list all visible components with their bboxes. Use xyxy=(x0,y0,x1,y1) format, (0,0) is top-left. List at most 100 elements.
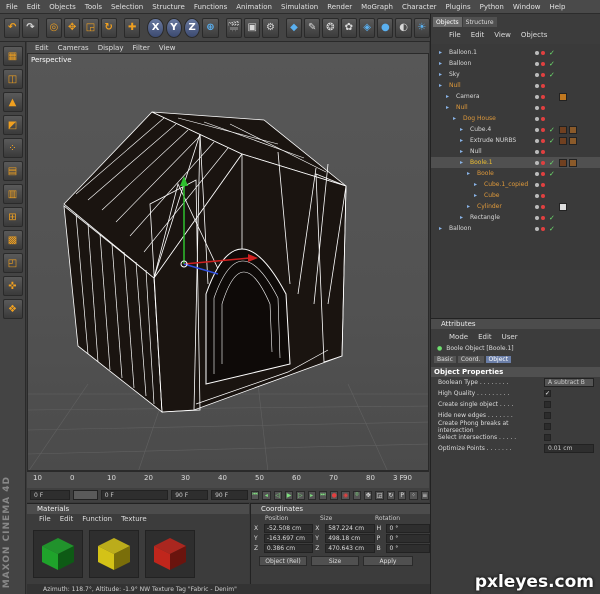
undo-icon[interactable]: ↶ xyxy=(4,17,21,38)
material-swatch[interactable] xyxy=(145,530,195,578)
make-editable-icon[interactable]: ▦ xyxy=(2,46,23,66)
editor-visibility-icon[interactable] xyxy=(535,50,539,55)
object-row[interactable]: ▸ Dog House xyxy=(431,113,600,124)
visibility-dots[interactable] xyxy=(535,149,545,154)
coordinate-position[interactable]: 0.386 cm xyxy=(263,543,314,553)
object-row[interactable]: ▸ Balloon.1 ✓ xyxy=(431,47,600,58)
visibility-dots[interactable] xyxy=(535,193,545,198)
light-icon[interactable]: ☀ xyxy=(413,17,431,38)
viewport-menu-display[interactable]: Display xyxy=(98,44,124,52)
objects-menu-file[interactable]: File xyxy=(449,31,461,39)
camera-icon[interactable]: ◐ xyxy=(395,17,412,38)
param-key-icon[interactable]: P xyxy=(398,490,407,500)
rotate-icon[interactable]: ↻ xyxy=(100,17,117,38)
visibility-dots[interactable] xyxy=(535,94,545,99)
property-checkbox[interactable] xyxy=(544,423,551,430)
viewport-menu-view[interactable]: View xyxy=(159,44,176,52)
editor-visibility-icon[interactable] xyxy=(535,138,539,143)
scale-key-icon[interactable]: ◲ xyxy=(375,490,384,500)
viewport-menu-edit[interactable]: Edit xyxy=(35,44,49,52)
viewport-menu-filter[interactable]: Filter xyxy=(133,44,150,52)
move-icon[interactable]: ✥ xyxy=(64,17,81,38)
object-row[interactable]: ▸ Cube.1_copied xyxy=(431,179,600,190)
scene-icon[interactable]: ● xyxy=(377,17,394,38)
visibility-dots[interactable] xyxy=(535,61,545,66)
goto-end-icon[interactable]: ⏭ xyxy=(318,490,328,500)
menu-item-functions[interactable]: Functions xyxy=(194,3,227,11)
point-key-icon[interactable]: ⁘ xyxy=(409,490,418,500)
object-mode-icon[interactable]: ▲ xyxy=(2,92,23,112)
editor-visibility-icon[interactable] xyxy=(535,83,539,88)
edges-mode-icon[interactable]: ▤ xyxy=(2,161,23,181)
editor-visibility-icon[interactable] xyxy=(535,116,539,121)
coordinate-size[interactable]: 470.643 cm xyxy=(325,543,375,553)
next-key-icon[interactable]: ▸ xyxy=(307,490,316,500)
editor-visibility-icon[interactable] xyxy=(535,61,539,66)
materials-menu-function[interactable]: Function xyxy=(82,515,112,523)
menu-item-plugins[interactable]: Plugins xyxy=(446,3,471,11)
coordinate-size[interactable]: 587.224 cm xyxy=(325,523,375,533)
start-frame-field[interactable]: 0 F xyxy=(30,490,71,500)
scale-icon[interactable]: ◲ xyxy=(82,17,99,38)
visibility-dots[interactable] xyxy=(535,127,545,132)
object-row[interactable]: ▸ Extrude NURBS ✓ xyxy=(431,135,600,146)
record-icon[interactable]: ● xyxy=(330,490,339,500)
object-row[interactable]: ▸ Cube xyxy=(431,190,600,201)
render-visibility-icon[interactable] xyxy=(541,116,545,121)
model-mode-icon[interactable]: ◫ xyxy=(2,69,23,89)
menu-item-structure[interactable]: Structure xyxy=(152,3,185,11)
menu-item-window[interactable]: Window xyxy=(513,3,541,11)
render-visibility-icon[interactable] xyxy=(541,182,545,187)
render-visibility-icon[interactable] xyxy=(541,226,545,231)
coordinate-position[interactable]: -163.697 cm xyxy=(263,533,314,543)
tab-basic[interactable]: Basic xyxy=(434,355,456,363)
visibility-dots[interactable] xyxy=(535,171,545,176)
editor-visibility-icon[interactable] xyxy=(535,193,539,198)
texture-tag-icon[interactable] xyxy=(569,158,577,167)
timeline-ruler[interactable]: 10 0 10 20 30 40 50 60 70 80 90 3 F xyxy=(27,471,429,488)
object-row[interactable]: ▸ Null xyxy=(431,102,600,113)
render-settings-icon[interactable]: ⚙ xyxy=(262,17,279,38)
editor-visibility-icon[interactable] xyxy=(535,215,539,220)
coordinate-mode-select[interactable]: Object (Rel) xyxy=(259,556,307,566)
cube-primitive-icon[interactable]: ◆ xyxy=(285,17,303,38)
menu-item-tools[interactable]: Tools xyxy=(85,3,102,11)
rotation-key-icon[interactable]: ↻ xyxy=(386,490,396,500)
menu-item-objects[interactable]: Objects xyxy=(49,3,75,11)
object-row[interactable]: ▸ Null xyxy=(431,80,600,91)
render-visibility-icon[interactable] xyxy=(541,94,545,99)
coordinate-rotation[interactable]: 0 ° xyxy=(386,523,430,533)
editor-visibility-icon[interactable] xyxy=(535,149,539,154)
menu-item-mograph[interactable]: MoGraph xyxy=(361,3,393,11)
play-icon[interactable]: ▶ xyxy=(284,490,294,500)
deformer-icon[interactable]: ◈ xyxy=(358,17,376,38)
enable-check-icon[interactable]: ✓ xyxy=(549,214,555,222)
object-row[interactable]: ▸ Balloon ✓ xyxy=(431,58,600,69)
y-axis-lock-icon[interactable]: Y xyxy=(165,17,183,38)
render-visibility-icon[interactable] xyxy=(541,50,545,55)
property-checkbox[interactable] xyxy=(544,401,551,408)
editor-visibility-icon[interactable] xyxy=(535,72,539,77)
render-visibility-icon[interactable] xyxy=(541,149,545,154)
soft-selection-icon[interactable]: ❖ xyxy=(2,299,23,319)
objects-menu-objects[interactable]: Objects xyxy=(521,31,547,39)
objects-menu-edit[interactable]: Edit xyxy=(471,31,485,39)
texture-tag-icon[interactable] xyxy=(569,125,577,134)
object-row[interactable]: ▸ Boole ✓ xyxy=(431,168,600,179)
preview-end-field[interactable]: 90 F xyxy=(171,490,209,500)
render-visibility-icon[interactable] xyxy=(541,72,545,77)
array-icon[interactable]: ✿ xyxy=(340,17,357,38)
object-row[interactable]: ▸ Rectangle ✓ xyxy=(431,212,600,223)
editor-visibility-icon[interactable] xyxy=(535,160,539,165)
tab-coord[interactable]: Coord. xyxy=(457,355,484,363)
property-select[interactable]: A subtract B xyxy=(544,378,594,387)
material-swatch[interactable] xyxy=(89,530,139,578)
tab-structure[interactable]: Structure xyxy=(462,17,497,27)
prev-frame-icon[interactable]: ◁ xyxy=(273,490,282,500)
render-visibility-icon[interactable] xyxy=(541,193,545,198)
coordinate-size[interactable]: 498.18 cm xyxy=(325,533,375,543)
visibility-dots[interactable] xyxy=(535,116,545,121)
editor-visibility-icon[interactable] xyxy=(535,182,539,187)
texture-tag-icon[interactable] xyxy=(559,92,567,101)
tweak-mode-icon[interactable]: ▩ xyxy=(2,230,23,250)
